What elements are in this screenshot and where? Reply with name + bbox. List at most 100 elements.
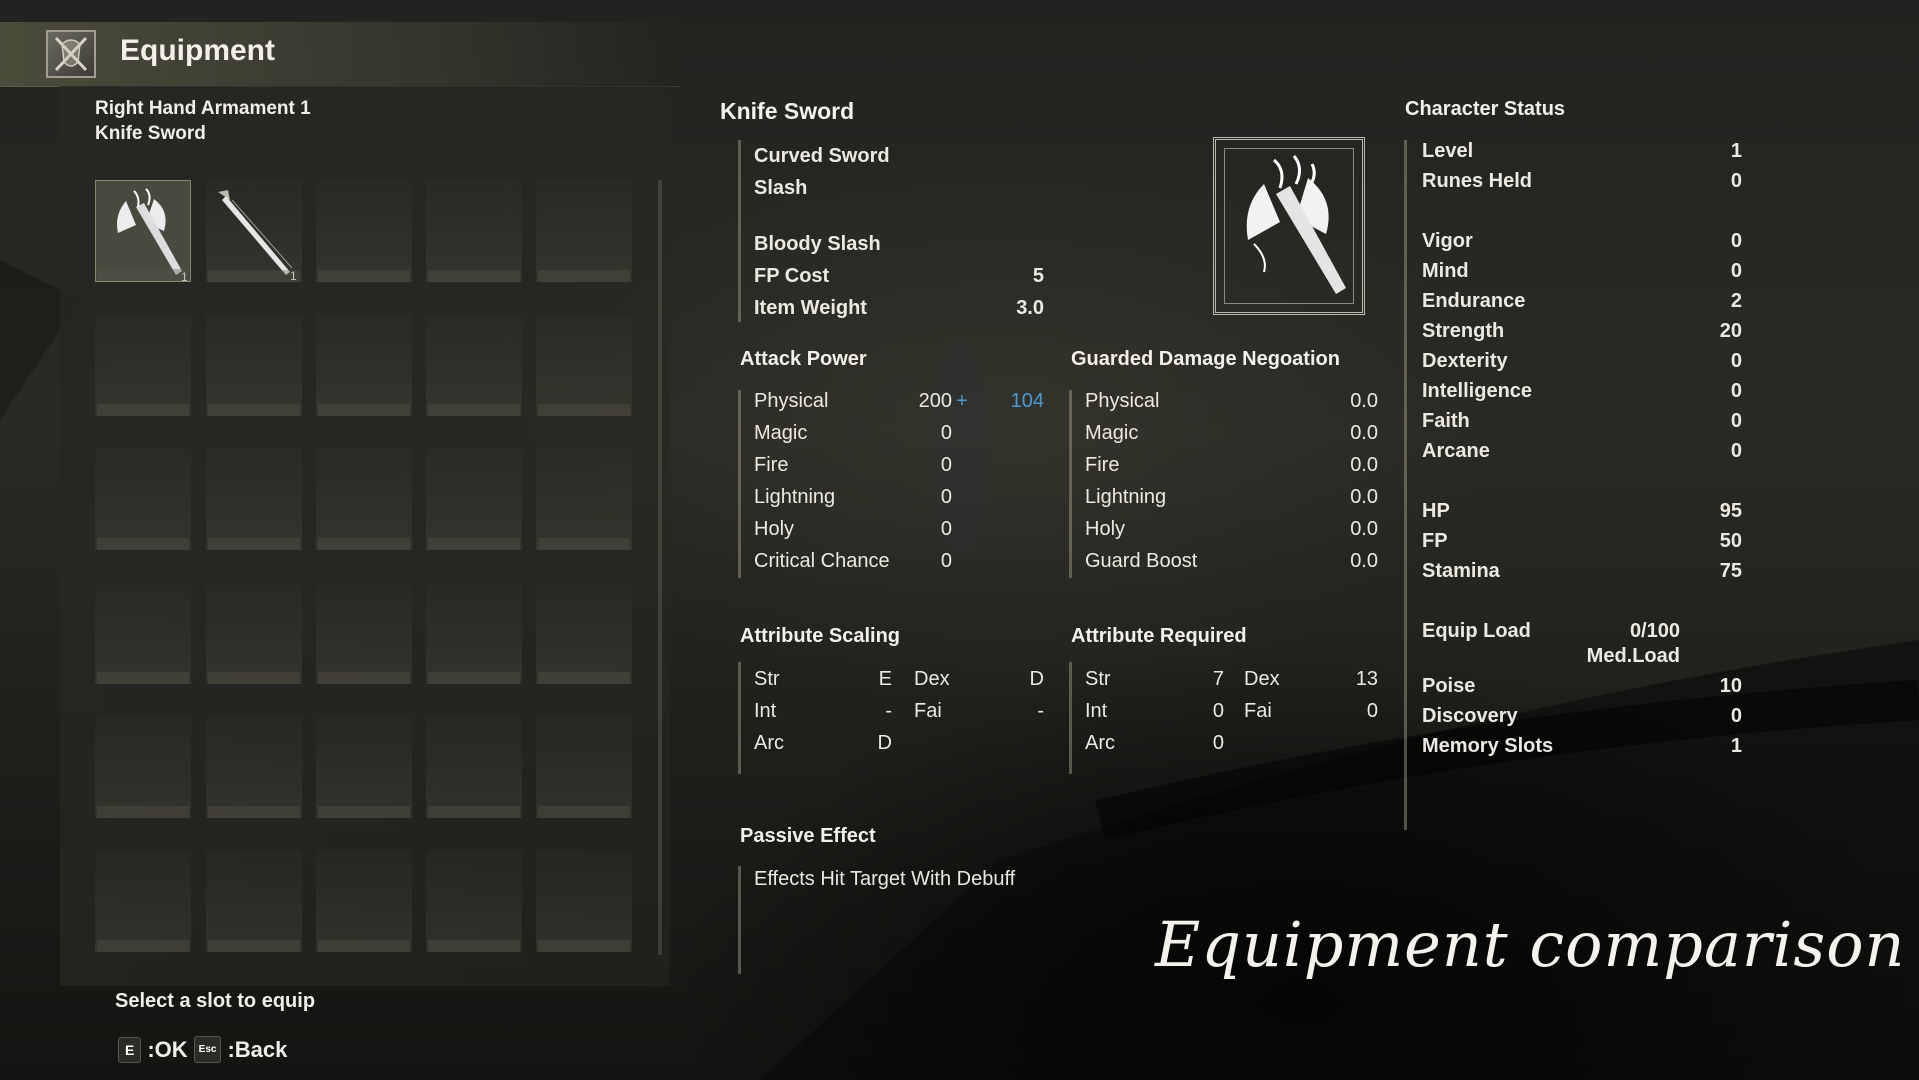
attack-magic-label: Magic <box>754 422 808 444</box>
inventory-cell[interactable]: 1 <box>95 180 191 284</box>
axe-weapon-icon <box>1246 155 1346 294</box>
inventory-cell-empty[interactable] <box>426 850 522 952</box>
slot-current-item: Knife Sword <box>95 123 206 144</box>
inventory-cell-empty[interactable] <box>206 850 302 952</box>
slot-name: Right Hand Armament 1 <box>95 98 311 119</box>
attr-mind-value: 0 <box>1730 260 1742 282</box>
scaling-str-value: E <box>878 668 892 690</box>
attr-faith-label: Faith <box>1422 410 1470 432</box>
attr-strength-label: Strength <box>1422 320 1505 342</box>
required-str-label: Str <box>1085 668 1111 690</box>
inventory-cell-empty[interactable] <box>206 448 302 550</box>
inventory-cell-empty[interactable] <box>95 716 191 818</box>
ok-key[interactable]: E <box>118 1036 142 1063</box>
weapon-type: Curved Sword <box>754 145 890 167</box>
required-dex-label: Dex <box>1244 668 1280 690</box>
inventory-cell-empty[interactable] <box>95 448 191 550</box>
inventory-cell-empty[interactable] <box>316 850 412 952</box>
attr-faith-value: 0 <box>1730 410 1742 432</box>
guarded-magic-value: 0.0 <box>1350 422 1378 444</box>
required-int-value: 0 <box>1212 700 1224 722</box>
attack-holy-label: Holy <box>754 518 795 540</box>
damage-type: Slash <box>754 177 808 199</box>
inventory-cell-empty[interactable] <box>316 314 412 416</box>
inventory-cell-empty[interactable] <box>536 314 632 416</box>
inventory-cell-empty[interactable] <box>316 716 412 818</box>
runes-held-label: Runes Held <box>1422 170 1533 192</box>
attr-dexterity-value: 0 <box>1730 350 1742 372</box>
footer-hint: Select a slot to equip <box>115 990 316 1012</box>
divider <box>738 866 741 974</box>
inventory-cell-empty[interactable] <box>95 850 191 952</box>
attr-vigor-value: 0 <box>1730 230 1742 252</box>
inventory-grid: 1 1 <box>95 180 635 952</box>
inventory-cell-empty[interactable] <box>206 716 302 818</box>
attack-physical-label: Physical <box>754 390 829 412</box>
character-status-title: Character Status <box>1405 98 1566 120</box>
divider <box>1069 662 1072 774</box>
poise-label: Poise <box>1422 675 1476 697</box>
divider <box>738 662 741 774</box>
inventory-cell-empty[interactable] <box>536 582 632 684</box>
fp-cost-value: 5 <box>1032 265 1044 287</box>
attack-bonus-value: 104 <box>1010 390 1044 412</box>
inventory-cell-empty[interactable] <box>536 716 632 818</box>
page-title: Equipment <box>120 34 275 67</box>
attr-arcane-label: Arcane <box>1422 440 1490 462</box>
memory-slots-value: 1 <box>1730 735 1742 757</box>
attr-mind-label: Mind <box>1422 260 1469 282</box>
required-fai-value: 0 <box>1366 700 1378 722</box>
attr-endurance-value: 2 <box>1730 290 1742 312</box>
weapon-portrait <box>1213 137 1365 315</box>
passive-effect-title: Passive Effect <box>740 825 876 847</box>
guarded-magic-label: Magic <box>1085 422 1139 444</box>
attack-holy-value: 0 <box>940 518 952 540</box>
inventory-cell-empty[interactable] <box>206 314 302 416</box>
scaling-arc-label: Arc <box>754 732 784 754</box>
required-int-label: Int <box>1085 700 1108 722</box>
item-count: 1 <box>181 270 188 283</box>
inventory-cell-empty[interactable] <box>316 180 412 282</box>
attack-lightning-value: 0 <box>940 486 952 508</box>
inventory-cell-empty[interactable] <box>536 180 632 282</box>
back-key[interactable]: Esc <box>193 1036 222 1063</box>
inventory-cell-empty[interactable] <box>536 850 632 952</box>
inventory-cell[interactable]: 1 <box>206 180 302 283</box>
attr-strength-value: 20 <box>1719 320 1742 342</box>
inventory-cell-empty[interactable] <box>95 582 191 684</box>
inventory-scrollbar[interactable] <box>658 180 662 955</box>
inventory-cell-empty[interactable] <box>426 180 522 282</box>
scaling-dex-label: Dex <box>914 668 950 690</box>
attack-magic-value: 0 <box>940 422 952 444</box>
divider <box>1404 140 1407 830</box>
inventory-cell-empty[interactable] <box>426 716 522 818</box>
hp-value: 95 <box>1719 500 1742 522</box>
inventory-cell-empty[interactable] <box>426 448 522 550</box>
attack-physical-value: 200 <box>918 390 952 412</box>
scaling-int-value: - <box>885 700 892 722</box>
inventory-cell-empty[interactable] <box>536 448 632 550</box>
attr-intelligence-value: 0 <box>1730 380 1742 402</box>
level-label: Level <box>1422 140 1474 162</box>
inventory-cell-empty[interactable] <box>426 314 522 416</box>
attack-fire-label: Fire <box>754 454 789 476</box>
inventory-cell-empty[interactable] <box>426 582 522 684</box>
divider <box>738 390 741 578</box>
inventory-cell-empty[interactable] <box>206 582 302 684</box>
attack-critical-chance-value: 0 <box>940 550 952 572</box>
attribute-scaling-title: Attribute Scaling <box>740 625 901 647</box>
required-str-value: 7 <box>1212 668 1224 690</box>
attribute-required-title: Attribute Required <box>1071 625 1247 647</box>
guarded-holy-value: 0.0 <box>1350 518 1378 540</box>
inventory-cell-empty[interactable] <box>95 314 191 416</box>
required-arc-value: 0 <box>1212 732 1224 754</box>
ok-label: :OK <box>147 1036 188 1062</box>
memory-slots-label: Memory Slots <box>1422 735 1554 757</box>
inventory-cell-empty[interactable] <box>316 582 412 684</box>
attack-fire-value: 0 <box>940 454 952 476</box>
back-label: :Back <box>227 1036 288 1062</box>
guarded-negation-title: Guarded Damage Negoation <box>1071 348 1340 370</box>
scaling-arc-value: D <box>877 732 892 754</box>
equip-load-class: Med.Load <box>1586 645 1680 667</box>
inventory-cell-empty[interactable] <box>316 448 412 550</box>
